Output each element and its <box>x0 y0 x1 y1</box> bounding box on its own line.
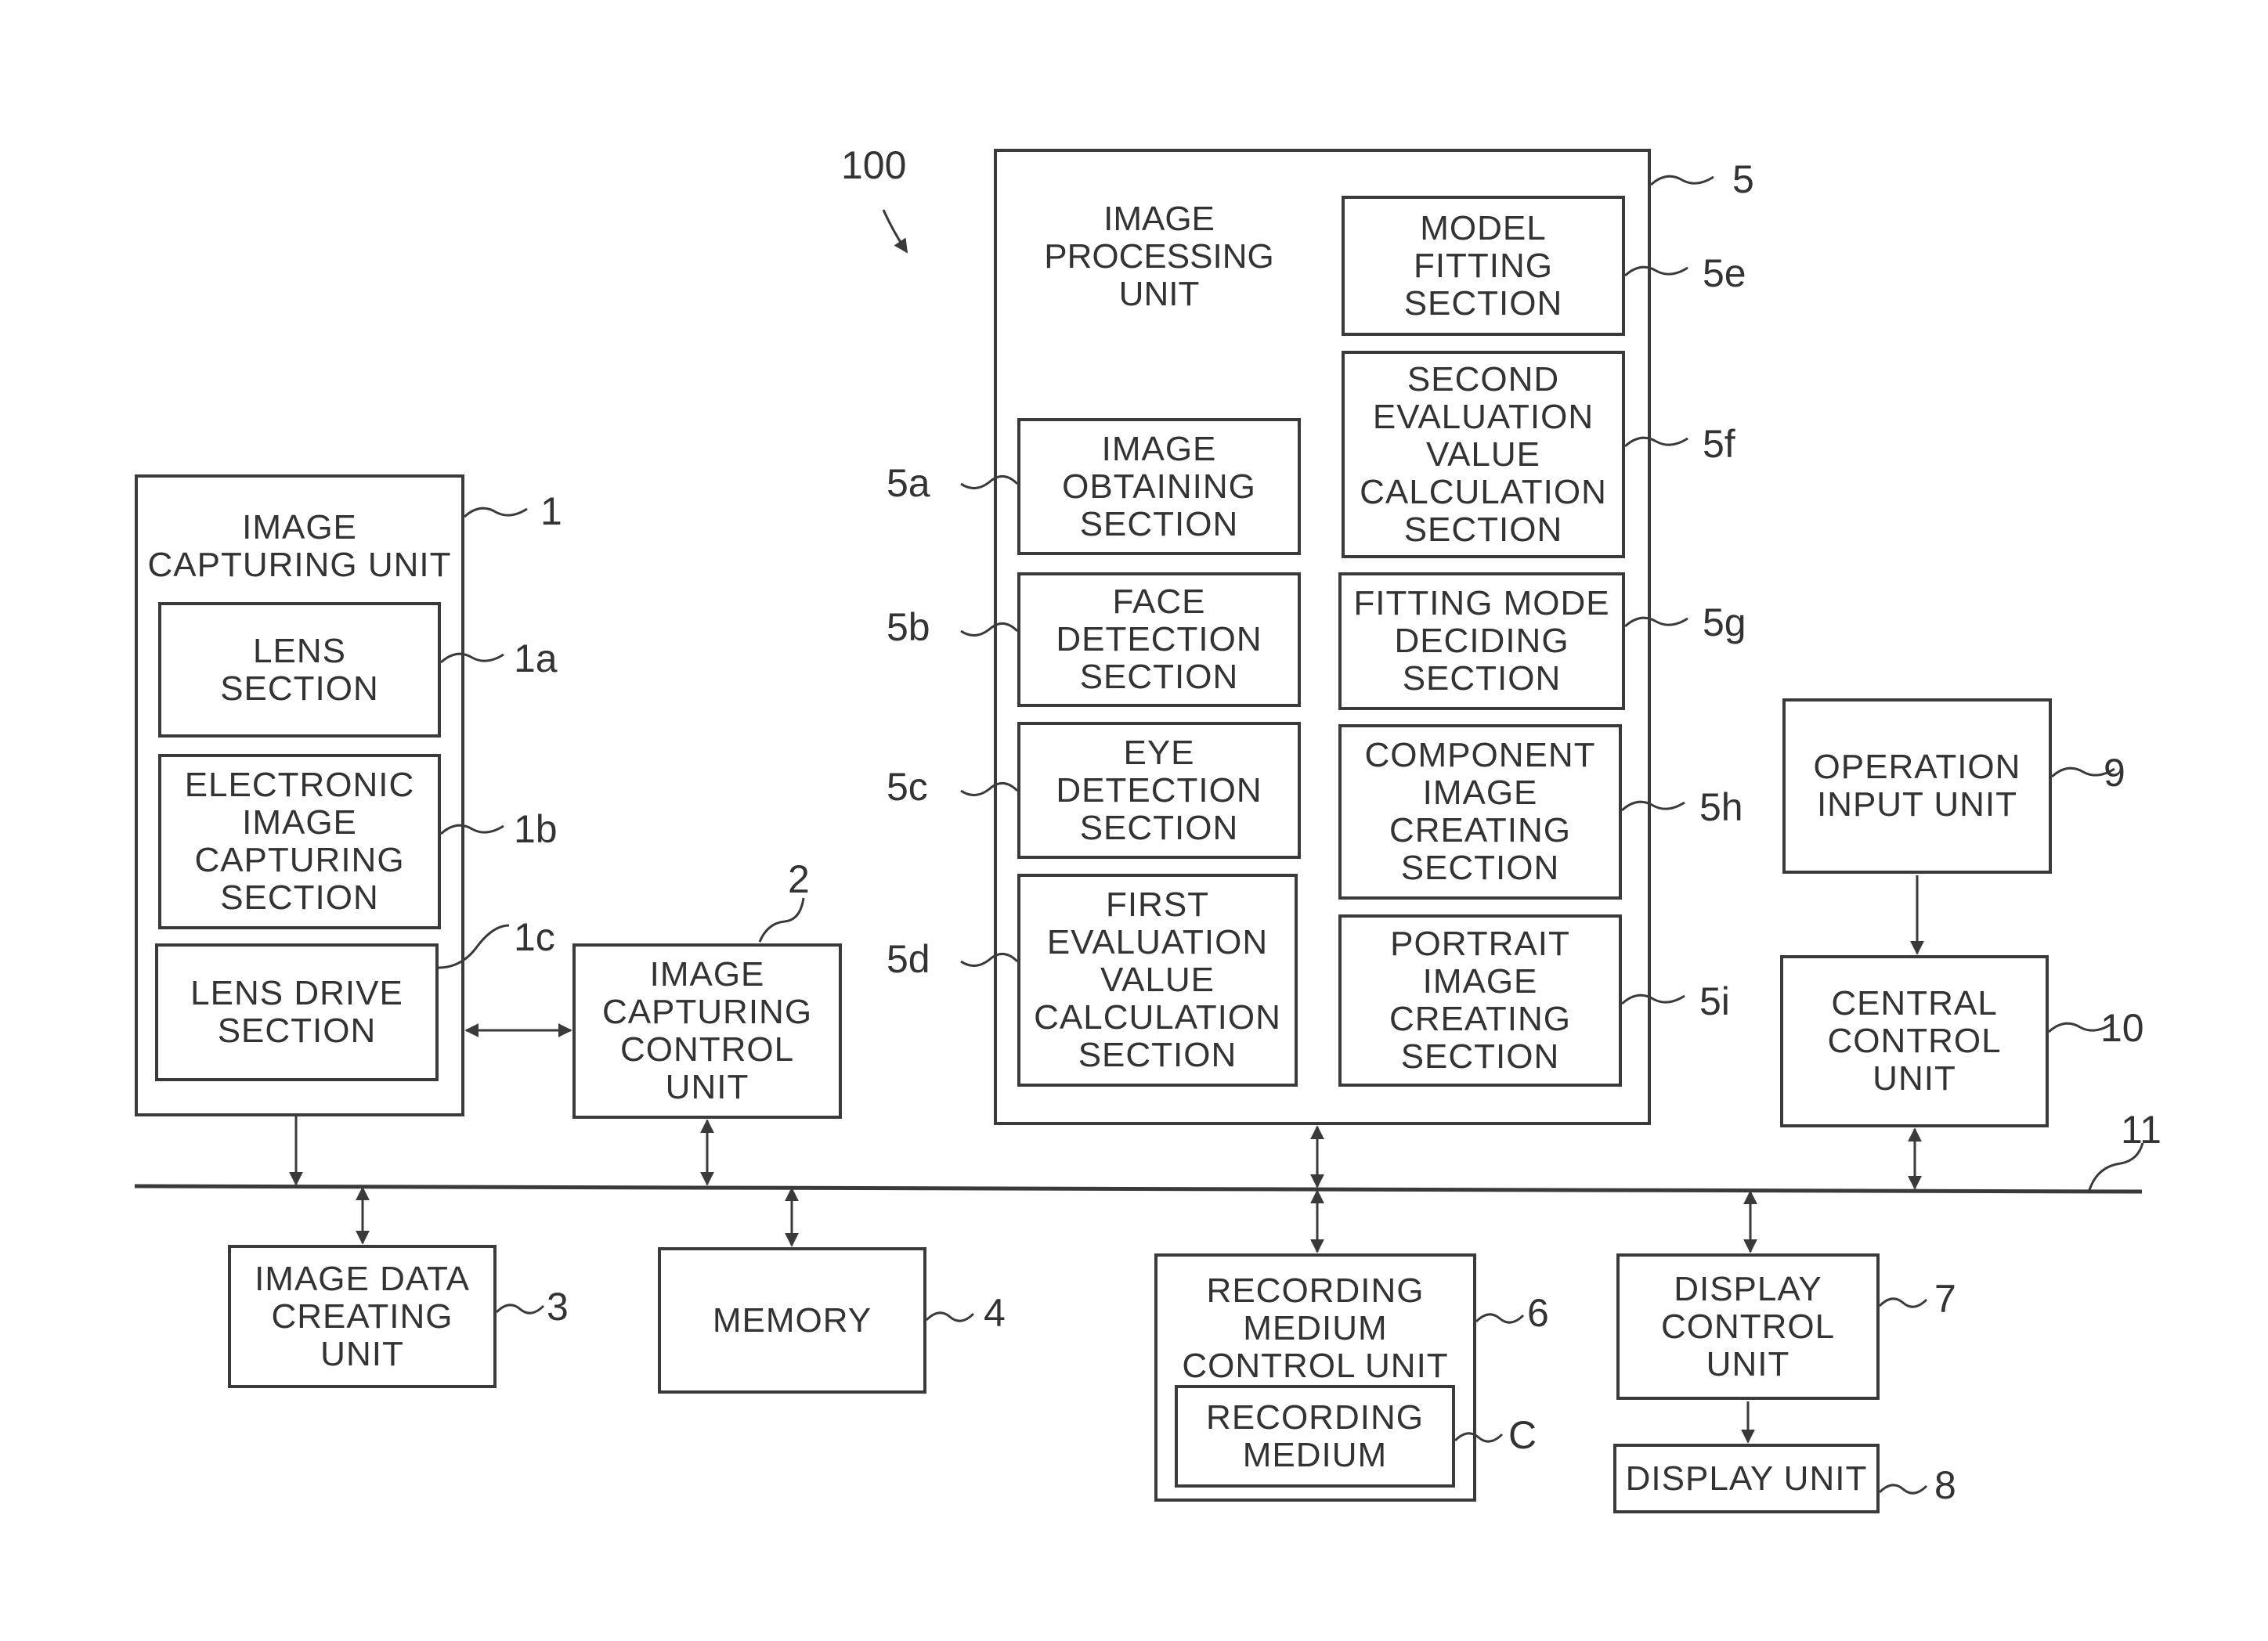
electronic-image-capturing-section-label: ELECTRONIC IMAGE CAPTURING SECTION <box>184 766 415 917</box>
leader-3 <box>495 1304 545 1315</box>
ref-4: 4 <box>984 1291 1006 1335</box>
ref-5c: 5c <box>887 765 928 809</box>
ref-5: 5 <box>1732 157 1754 201</box>
ref-5e: 5e <box>1703 251 1746 295</box>
recording-medium-control-unit-label: RECORDING MEDIUM CONTROL UNIT <box>1182 1271 1449 1385</box>
ref-3: 3 <box>547 1285 569 1329</box>
second-evaluation-value-calculation-section-label: SECOND EVALUATION VALUE CALCULATION SECT… <box>1360 359 1607 549</box>
image-capturing-control-unit-label: IMAGE CAPTURING CONTROL UNIT <box>601 955 813 1106</box>
memory-block: MEMORY <box>658 1247 926 1394</box>
ref-5h: 5h <box>1699 785 1743 829</box>
eye-detection-section-label: EYE DETECTION SECTION <box>1056 733 1262 847</box>
lens-drive-section-block: LENS DRIVE SECTION <box>155 943 439 1081</box>
leader-4 <box>925 1311 975 1322</box>
face-detection-section-label: FACE DETECTION SECTION <box>1056 582 1262 696</box>
ref-11: 11 <box>2121 1108 2161 1152</box>
ref-5f: 5f <box>1703 422 1735 466</box>
portrait-image-creating-section-label: PORTRAIT IMAGE CREATING SECTION <box>1389 925 1572 1076</box>
recording-medium-block: RECORDING MEDIUM <box>1175 1385 1455 1488</box>
system-ref-arrow <box>882 209 908 254</box>
first-evaluation-value-calculation-section-block: FIRST EVALUATION VALUE CALCULATION SECTI… <box>1017 874 1298 1087</box>
ref-5i: 5i <box>1699 979 1730 1023</box>
component-image-creating-section-block: COMPONENT IMAGE CREATING SECTION <box>1338 724 1622 900</box>
leader-7 <box>1878 1297 1928 1308</box>
face-detection-section-block: FACE DETECTION SECTION <box>1017 572 1301 707</box>
ref-5b: 5b <box>887 605 930 649</box>
lens-section-block: LENS SECTION <box>158 602 441 738</box>
ref-10: 10 <box>2100 1006 2144 1050</box>
leader-1 <box>463 507 528 518</box>
leader-6 <box>1475 1313 1525 1324</box>
fitting-mode-deciding-section-label: FITTING MODE DECIDING SECTION <box>1353 584 1610 698</box>
image-data-creating-unit-block: IMAGE DATA CREATING UNIT <box>228 1245 497 1388</box>
ref-7: 7 <box>1934 1277 1956 1321</box>
lens-drive-section-label: LENS DRIVE SECTION <box>190 974 403 1050</box>
ref-1: 1 <box>540 489 562 533</box>
ref-100: 100 <box>841 143 907 187</box>
display-control-unit-block: DISPLAY CONTROL UNIT <box>1616 1253 1880 1400</box>
central-control-unit-label: CENTRAL CONTROL UNIT <box>1827 984 2002 1098</box>
memory-label: MEMORY <box>712 1300 872 1340</box>
leader-8 <box>1878 1484 1928 1495</box>
image-capturing-unit-label: IMAGE CAPTURING UNIT <box>147 508 452 584</box>
display-unit-block: DISPLAY UNIT <box>1613 1444 1880 1513</box>
ref-5g: 5g <box>1703 600 1746 644</box>
lens-section-label: LENS SECTION <box>220 631 379 708</box>
model-fitting-section-block: MODEL FITTING SECTION <box>1342 196 1625 336</box>
ref-C: C <box>1508 1413 1537 1457</box>
model-fitting-section-label: MODEL FITTING SECTION <box>1403 208 1563 323</box>
electronic-image-capturing-section-block: ELECTRONIC IMAGE CAPTURING SECTION <box>158 754 441 929</box>
portrait-image-creating-section-block: PORTRAIT IMAGE CREATING SECTION <box>1338 914 1622 1087</box>
ref-5d: 5d <box>887 937 930 981</box>
leader-5 <box>1649 175 1714 186</box>
central-control-unit-block: CENTRAL CONTROL UNIT <box>1780 955 2049 1127</box>
operation-input-unit-block: OPERATION INPUT UNIT <box>1782 698 2052 874</box>
ref-5a: 5a <box>887 461 930 505</box>
first-evaluation-value-calculation-section-label: FIRST EVALUATION VALUE CALCULATION SECTI… <box>1034 885 1281 1074</box>
component-image-creating-section-label: COMPONENT IMAGE CREATING SECTION <box>1364 736 1596 887</box>
image-capturing-control-unit-block: IMAGE CAPTURING CONTROL UNIT <box>572 943 842 1119</box>
ref-1b: 1b <box>514 807 558 851</box>
image-data-creating-unit-label: IMAGE DATA CREATING UNIT <box>255 1259 470 1373</box>
image-processing-unit-label: IMAGE PROCESSING UNIT <box>1044 200 1274 313</box>
second-evaluation-value-calculation-section-block: SECOND EVALUATION VALUE CALCULATION SECT… <box>1342 351 1625 558</box>
fitting-mode-deciding-section-block: FITTING MODE DECIDING SECTION <box>1338 572 1625 710</box>
eye-detection-section-block: EYE DETECTION SECTION <box>1017 722 1301 859</box>
image-obtaining-section-label: IMAGE OBTAINING SECTION <box>1062 429 1256 543</box>
ref-9: 9 <box>2104 751 2125 795</box>
display-control-unit-label: DISPLAY CONTROL UNIT <box>1660 1269 1836 1383</box>
system-bus-line <box>134 1184 2143 1194</box>
ref-2: 2 <box>788 857 810 901</box>
recording-medium-label: RECORDING MEDIUM <box>1206 1398 1424 1474</box>
ref-6: 6 <box>1527 1291 1549 1335</box>
ref-1a: 1a <box>514 637 558 680</box>
ref-1c: 1c <box>514 915 555 959</box>
ref-8: 8 <box>1934 1463 1956 1507</box>
image-obtaining-section-block: IMAGE OBTAINING SECTION <box>1017 418 1301 555</box>
leader-2 <box>758 897 805 943</box>
operation-input-unit-label: OPERATION INPUT UNIT <box>1813 748 2021 824</box>
display-unit-label: DISPLAY UNIT <box>1625 1459 1868 1498</box>
